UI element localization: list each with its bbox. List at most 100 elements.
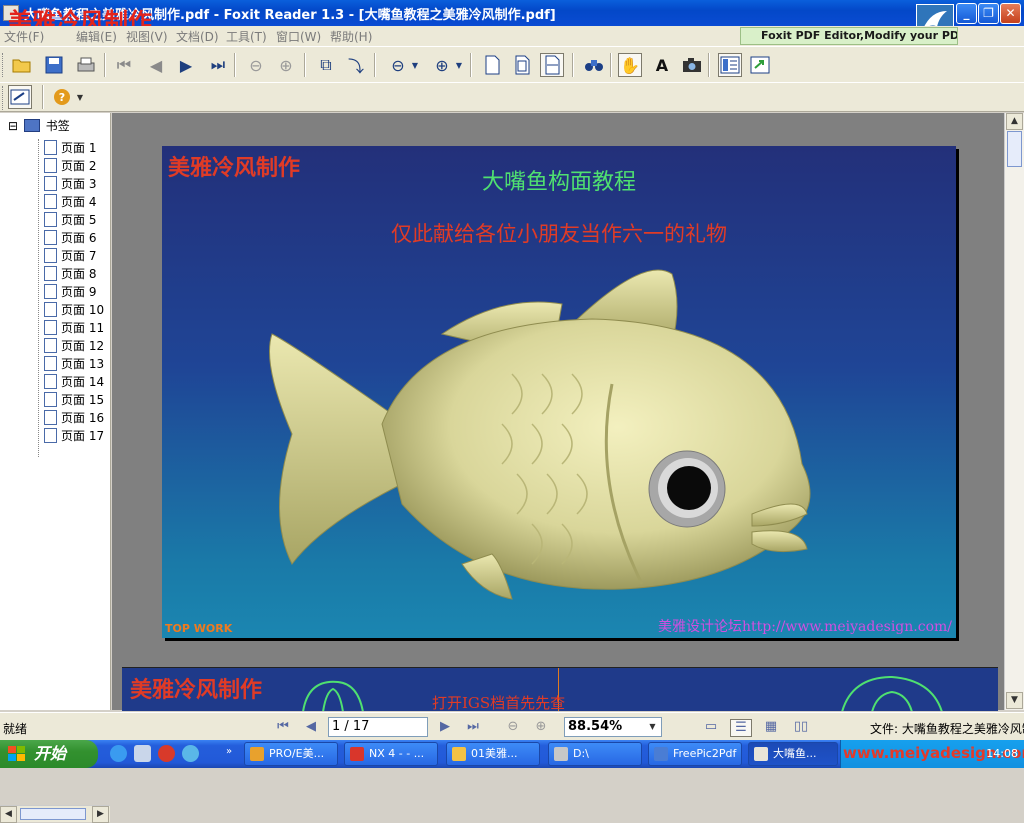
scroll-left-icon[interactable]: ◀ [0, 806, 17, 823]
menu-view[interactable]: 视图(V) [126, 28, 168, 45]
zoom-out-icon[interactable]: ⊖ [386, 53, 410, 77]
bookmarks-horizontal-scrollbar[interactable]: ◀ ▶ [0, 805, 110, 823]
bookmark-item[interactable]: 页面 11 [44, 319, 104, 337]
minimize-button[interactable]: _ [956, 3, 977, 24]
last-page-icon[interactable]: ⏭ [462, 719, 484, 737]
bookmark-item[interactable]: 页面 17 [44, 427, 104, 445]
bookmark-item[interactable]: 页面 8 [44, 265, 96, 283]
next-page-icon[interactable]: ▶ [174, 53, 198, 77]
fit-width-icon[interactable] [540, 53, 564, 77]
menu-window[interactable]: 窗口(W) [276, 28, 321, 45]
actual-size-icon[interactable] [480, 53, 504, 77]
bookmark-label: 页面 13 [61, 357, 105, 371]
bookmark-item[interactable]: 页面 3 [44, 175, 96, 193]
page-icon [44, 374, 57, 389]
last-page-icon[interactable]: ⏭ [206, 53, 230, 77]
bookmark-item[interactable]: 页面 1 [44, 139, 96, 157]
page-icon [44, 230, 57, 245]
zoom-in-dropdown-icon[interactable]: ▼ [452, 53, 466, 77]
bookmark-item[interactable]: 页面 14 [44, 373, 104, 391]
close-button[interactable]: ✕ [1000, 3, 1021, 24]
page-icon [44, 176, 57, 191]
bookmarks-panel-icon[interactable] [718, 53, 742, 77]
previous-page-icon[interactable]: ◀ [300, 719, 322, 737]
start-button[interactable]: 开始 [0, 740, 98, 768]
history-forward-icon[interactable]: ⊕ [274, 53, 298, 77]
rotate-page-icon[interactable]: ⤵ [344, 53, 368, 77]
bookmark-item[interactable]: 页面 16 [44, 409, 104, 427]
save-icon[interactable] [42, 53, 66, 77]
hand-tool-icon[interactable]: ✋ [618, 53, 642, 77]
restore-button[interactable]: ❐ [978, 3, 999, 24]
history-back-icon[interactable]: ⊖ [502, 719, 524, 737]
media-quicklaunch-icon[interactable] [182, 745, 199, 762]
continuous-facing-view-icon[interactable]: ▯▯ [790, 719, 812, 737]
notepad-quicklaunch-icon[interactable] [134, 745, 151, 762]
bookmark-item[interactable]: 页面 10 [44, 301, 104, 319]
taskbar-item-freepic2pdf[interactable]: FreePic2Pdf [648, 742, 742, 766]
bookmark-item[interactable]: 页面 2 [44, 157, 96, 175]
history-forward-icon[interactable]: ⊕ [530, 719, 552, 737]
foxit-editor-ad-link[interactable]: Foxit PDF Editor,Modify your PDF [740, 27, 958, 45]
bookmark-item[interactable]: 页面 7 [44, 247, 96, 265]
print-icon[interactable] [74, 53, 98, 77]
vertical-scrollbar[interactable]: ▲ ▼ [1004, 113, 1024, 710]
horizontal-scroll-thumb[interactable] [20, 808, 86, 820]
fit-page-icon[interactable] [510, 53, 534, 77]
bookmark-item[interactable]: 页面 15 [44, 391, 104, 409]
bookmark-item[interactable]: 页面 6 [44, 229, 96, 247]
taskbar-item-foxit[interactable]: 大嘴鱼... [748, 742, 838, 766]
annotation-tool-icon[interactable] [8, 85, 32, 109]
quicklaunch-expand-icon[interactable]: » [226, 746, 232, 757]
menu-help[interactable]: 帮助(H) [330, 28, 372, 45]
history-back-icon[interactable]: ⊖ [244, 53, 268, 77]
taskbar-item-drive[interactable]: D:\ [548, 742, 642, 766]
scroll-down-icon[interactable]: ▼ [1006, 692, 1023, 709]
toolbar-grip[interactable] [2, 86, 5, 110]
previous-page-icon[interactable]: ◀ [144, 53, 168, 77]
snapshot-camera-icon[interactable] [680, 53, 704, 77]
menu-document[interactable]: 文档(D) [176, 28, 219, 45]
scroll-up-icon[interactable]: ▲ [1006, 113, 1023, 130]
svg-text:?: ? [59, 91, 65, 104]
open-folder-icon[interactable] [10, 53, 34, 77]
browser-quicklaunch-icon[interactable] [110, 745, 127, 762]
first-page-icon[interactable]: ⏮ [272, 719, 294, 737]
next-page-icon[interactable]: ▶ [434, 719, 456, 737]
bookmark-item[interactable]: 页面 12 [44, 337, 104, 355]
app-quicklaunch-icon[interactable] [158, 745, 175, 762]
vertical-scroll-thumb[interactable] [1007, 131, 1022, 167]
bookmark-label: 页面 6 [61, 231, 97, 245]
help-dropdown-icon[interactable]: ▼ [74, 85, 86, 109]
bookmark-item[interactable]: 页面 5 [44, 211, 96, 229]
zoom-select[interactable]: 88.54% ▼ [564, 717, 662, 737]
zoom-dropdown-icon[interactable]: ▼ [645, 719, 660, 735]
menu-edit[interactable]: 编辑(E) [76, 28, 117, 45]
toolbar-grip[interactable] [2, 53, 5, 77]
help-icon[interactable]: ? [50, 85, 74, 109]
scroll-right-icon[interactable]: ▶ [92, 806, 109, 823]
find-binoculars-icon[interactable] [582, 53, 606, 77]
continuous-view-icon[interactable]: ☰ [730, 719, 752, 737]
bookmarks-root[interactable]: ⊟ 书签 [8, 117, 70, 134]
fullscreen-icon[interactable] [748, 53, 772, 77]
clock[interactable]: 14:08 [986, 747, 1018, 760]
page-number-input[interactable]: 1 / 17 [328, 717, 428, 737]
select-text-icon[interactable]: A [650, 53, 674, 77]
menu-file[interactable]: 文件(F) [4, 28, 44, 45]
first-page-icon[interactable]: ⏮ [112, 53, 136, 77]
zoom-out-dropdown-icon[interactable]: ▼ [408, 53, 422, 77]
bookmark-label: 页面 17 [61, 429, 105, 443]
facing-view-icon[interactable]: ▦ [760, 719, 782, 737]
single-page-view-icon[interactable]: ▭ [700, 719, 722, 737]
extract-page-icon[interactable]: ⧉ [314, 53, 338, 77]
zoom-in-icon[interactable]: ⊕ [430, 53, 454, 77]
taskbar-item-nx[interactable]: NX 4 - - ... [344, 742, 438, 766]
taskbar-item-folder[interactable]: 01美雅... [446, 742, 540, 766]
bookmark-item[interactable]: 页面 13 [44, 355, 104, 373]
menu-tools[interactable]: 工具(T) [226, 28, 267, 45]
bookmark-item[interactable]: 页面 9 [44, 283, 96, 301]
taskbar-item-proe[interactable]: PRO/E美... [244, 742, 338, 766]
bookmark-item[interactable]: 页面 4 [44, 193, 96, 211]
collapse-icon[interactable]: ⊟ [8, 119, 18, 133]
